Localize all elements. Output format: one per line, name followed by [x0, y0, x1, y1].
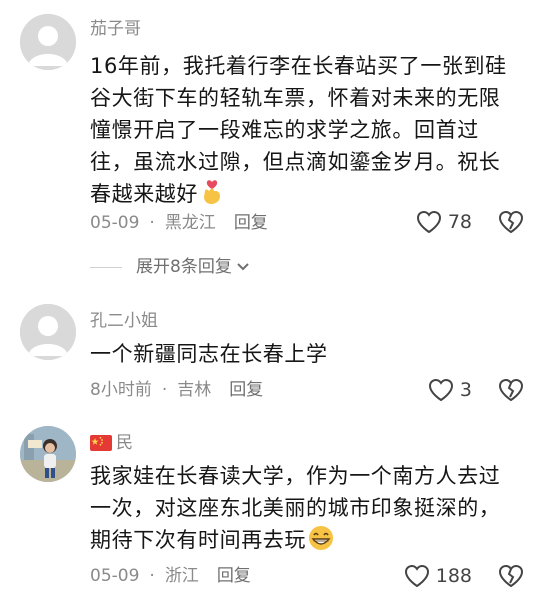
like-count: 78: [447, 211, 472, 233]
grinning-emoji-icon: [308, 525, 334, 560]
comment-item: 民 我家娃在长春读大学，作为一个南方人去过一次，对这座东北美丽的城市印象挺深的，…: [0, 420, 550, 592]
reply-button[interactable]: 回复: [234, 213, 268, 233]
dislike-button[interactable]: [498, 564, 524, 592]
comment-username[interactable]: 茄子哥: [90, 18, 141, 40]
reply-button[interactable]: 回复: [217, 566, 251, 586]
comment-text-content: 我家娃在长春读大学，作为一个南方人去过一次，对这座东北美丽的城市印象挺深的，期待…: [90, 464, 501, 552]
like-count: 188: [435, 565, 472, 587]
comment-meta: 8小时前 · 吉林 回复: [90, 379, 263, 401]
like-button[interactable]: 78: [416, 210, 472, 234]
heart-icon: [428, 378, 453, 402]
heart-icon: [416, 210, 441, 234]
broken-heart-icon: [498, 564, 524, 588]
comment-date: 05-09: [90, 566, 140, 586]
separator-dot: ·: [149, 213, 155, 233]
china-flag-icon: [90, 435, 112, 451]
comment-meta: 05-09 · 黑龙江 回复: [90, 212, 268, 234]
default-avatar-icon: [20, 304, 76, 360]
avatar[interactable]: [20, 426, 76, 482]
dislike-button[interactable]: [498, 210, 524, 238]
like-button[interactable]: 3: [428, 378, 472, 402]
like-button[interactable]: 188: [404, 564, 472, 588]
separator-dot: ·: [149, 566, 155, 586]
reply-button[interactable]: 回复: [229, 380, 263, 400]
comment-username[interactable]: 孔二小姐: [90, 310, 158, 332]
comment-meta: 05-09 · 浙江 回复: [90, 565, 251, 587]
broken-heart-icon: [498, 210, 524, 234]
comment-date: 05-09: [90, 213, 140, 233]
comment-item: 孔二小姐 一个新疆同志在长春上学 8小时前 · 吉林 回复 3: [0, 300, 550, 420]
heart-icon: [404, 564, 429, 588]
comment-username[interactable]: 民: [90, 432, 133, 454]
comment-location: 吉林: [177, 380, 212, 400]
comment-item: 茄子哥 16年前，我托着行李在长春站买了一张到硅谷大街下车的轻轨车票，怀着对未来…: [0, 0, 550, 260]
comment-date: 8小时前: [90, 380, 152, 400]
comment-location: 黑龙江: [164, 213, 216, 233]
avatar[interactable]: [20, 304, 76, 360]
child-photo-avatar-icon: [20, 426, 76, 482]
finger-heart-emoji-icon: [200, 179, 224, 214]
comment-text-content: 16年前，我托着行李在长春站买了一张到硅谷大街下车的轻轨车票，怀着对未来的无限憧…: [90, 54, 507, 206]
comment-text: 16年前，我托着行李在长春站买了一张到硅谷大街下车的轻轨车票，怀着对未来的无限憧…: [90, 50, 520, 214]
separator-dot: ·: [161, 380, 168, 400]
comment-location: 浙江: [164, 566, 199, 586]
like-count: 3: [459, 379, 472, 401]
comment-text: 我家娃在长春读大学，作为一个南方人去过一次，对这座东北美丽的城市印象挺深的，期待…: [90, 460, 520, 560]
expand-replies-label: 展开8条回复: [136, 257, 232, 277]
divider-line: [90, 266, 122, 268]
expand-replies-button[interactable]: 展开8条回复: [90, 256, 251, 278]
chevron-down-icon: [237, 263, 249, 271]
comment-username-text: 民: [116, 433, 133, 453]
broken-heart-icon: [498, 378, 524, 402]
dislike-button[interactable]: [498, 378, 524, 406]
default-avatar-icon: [20, 14, 76, 70]
avatar[interactable]: [20, 14, 76, 70]
comment-text: 一个新疆同志在长春上学: [90, 342, 328, 366]
